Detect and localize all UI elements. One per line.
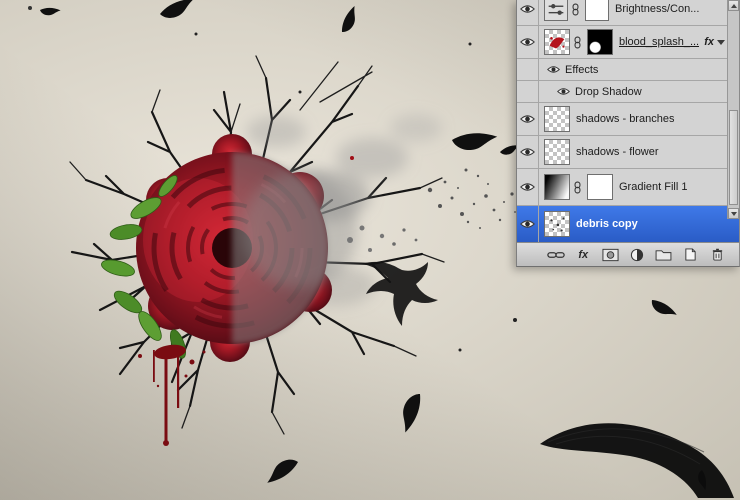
layer-thumbnail[interactable] (544, 211, 570, 237)
layer-name: Brightness/Con... (615, 3, 699, 15)
mask-link-icon (570, 3, 580, 16)
effects-label: Effects (565, 64, 598, 76)
effect-row-drop-shadow[interactable]: Drop Shadow (517, 81, 739, 103)
layer-thumbnail[interactable] (544, 139, 570, 165)
mask-link-icon (572, 36, 582, 49)
scrollbar-thumb[interactable] (729, 110, 738, 205)
new-group-button[interactable] (650, 243, 677, 266)
fx-label: fx (704, 36, 714, 48)
layer-row-gradient-fill[interactable]: Gradient Fill 1 (517, 169, 739, 206)
collapse-effects-icon[interactable] (717, 40, 725, 45)
layer-row-shadows-flower[interactable]: shadows - flower (517, 136, 739, 169)
chain-link-icon (547, 249, 565, 261)
visibility-toggle[interactable] (517, 136, 539, 168)
visibility-toggle[interactable] (517, 26, 539, 58)
layer-mask-icon (602, 248, 619, 262)
layer-name: shadows - flower (576, 146, 659, 158)
visibility-toggle[interactable] (517, 206, 539, 242)
visibility-toggle[interactable] (517, 103, 539, 135)
effects-header-row[interactable]: Effects (517, 59, 739, 81)
layer-name: Gradient Fill 1 (619, 181, 687, 193)
scroll-down-button[interactable] (728, 208, 739, 219)
scroll-up-icon (731, 4, 737, 8)
layer-name: blood_splash_... (619, 36, 699, 48)
scroll-up-button[interactable] (728, 0, 739, 11)
layer-thumbnail[interactable] (544, 106, 570, 132)
debris-thumb-art (545, 212, 569, 236)
layer-name: shadows - branches (576, 113, 674, 125)
drop-shadow-visibility-toggle[interactable] (557, 87, 570, 96)
new-adjustment-layer-button[interactable] (624, 243, 651, 266)
eye-column-spacer (517, 81, 539, 102)
debris-spray (347, 169, 516, 253)
delete-layer-button[interactable] (704, 243, 731, 266)
folder-icon (655, 248, 672, 261)
rose (136, 134, 358, 362)
link-layers-button[interactable] (543, 243, 570, 266)
layer-mask-thumbnail[interactable] (587, 29, 613, 55)
add-layer-style-button[interactable]: fx (570, 243, 597, 266)
blood-splash-thumb-art (545, 30, 569, 54)
large-feather (540, 423, 734, 498)
layer-mask-thumbnail[interactable] (587, 174, 613, 200)
new-layer-button[interactable] (677, 243, 704, 266)
fx-icon: fx (578, 249, 588, 261)
layer-row-shadows-branches[interactable]: shadows - branches (517, 103, 739, 136)
add-layer-mask-button[interactable] (597, 243, 624, 266)
eye-column-spacer (517, 59, 539, 80)
layers-panel-toolbar: fx (517, 242, 739, 266)
visibility-toggle[interactable] (517, 0, 539, 26)
layer-row-debris-copy[interactable]: debris copy (517, 206, 739, 243)
layer-row-brightness[interactable]: Brightness/Con... (517, 0, 739, 26)
gradient-fill-thumbnail[interactable] (544, 174, 570, 200)
layer-style-badge[interactable]: fx (704, 36, 725, 48)
crow-silhouette (362, 262, 438, 326)
layer-row-blood-splash[interactable]: blood_splash_... fx (517, 26, 739, 59)
scroll-down-icon (731, 212, 737, 216)
effects-visibility-toggle[interactable] (547, 65, 560, 74)
trash-icon (711, 248, 724, 261)
adjustment-layer-icon (630, 248, 644, 262)
visibility-toggle[interactable] (517, 169, 539, 205)
layer-list: Brightness/Con... blood_splash_... fx (517, 0, 739, 243)
layers-scrollbar[interactable] (727, 0, 739, 219)
adjustment-layer-thumbnail[interactable] (544, 0, 568, 21)
layer-name: debris copy (576, 218, 638, 230)
sliders-icon (545, 0, 567, 20)
layers-panel: Brightness/Con... blood_splash_... fx (516, 0, 740, 267)
effect-name: Drop Shadow (575, 86, 642, 98)
new-layer-icon (684, 248, 697, 261)
layer-mask-thumbnail[interactable] (585, 0, 609, 21)
layer-thumbnail[interactable] (544, 29, 570, 55)
mask-link-icon (572, 181, 582, 194)
